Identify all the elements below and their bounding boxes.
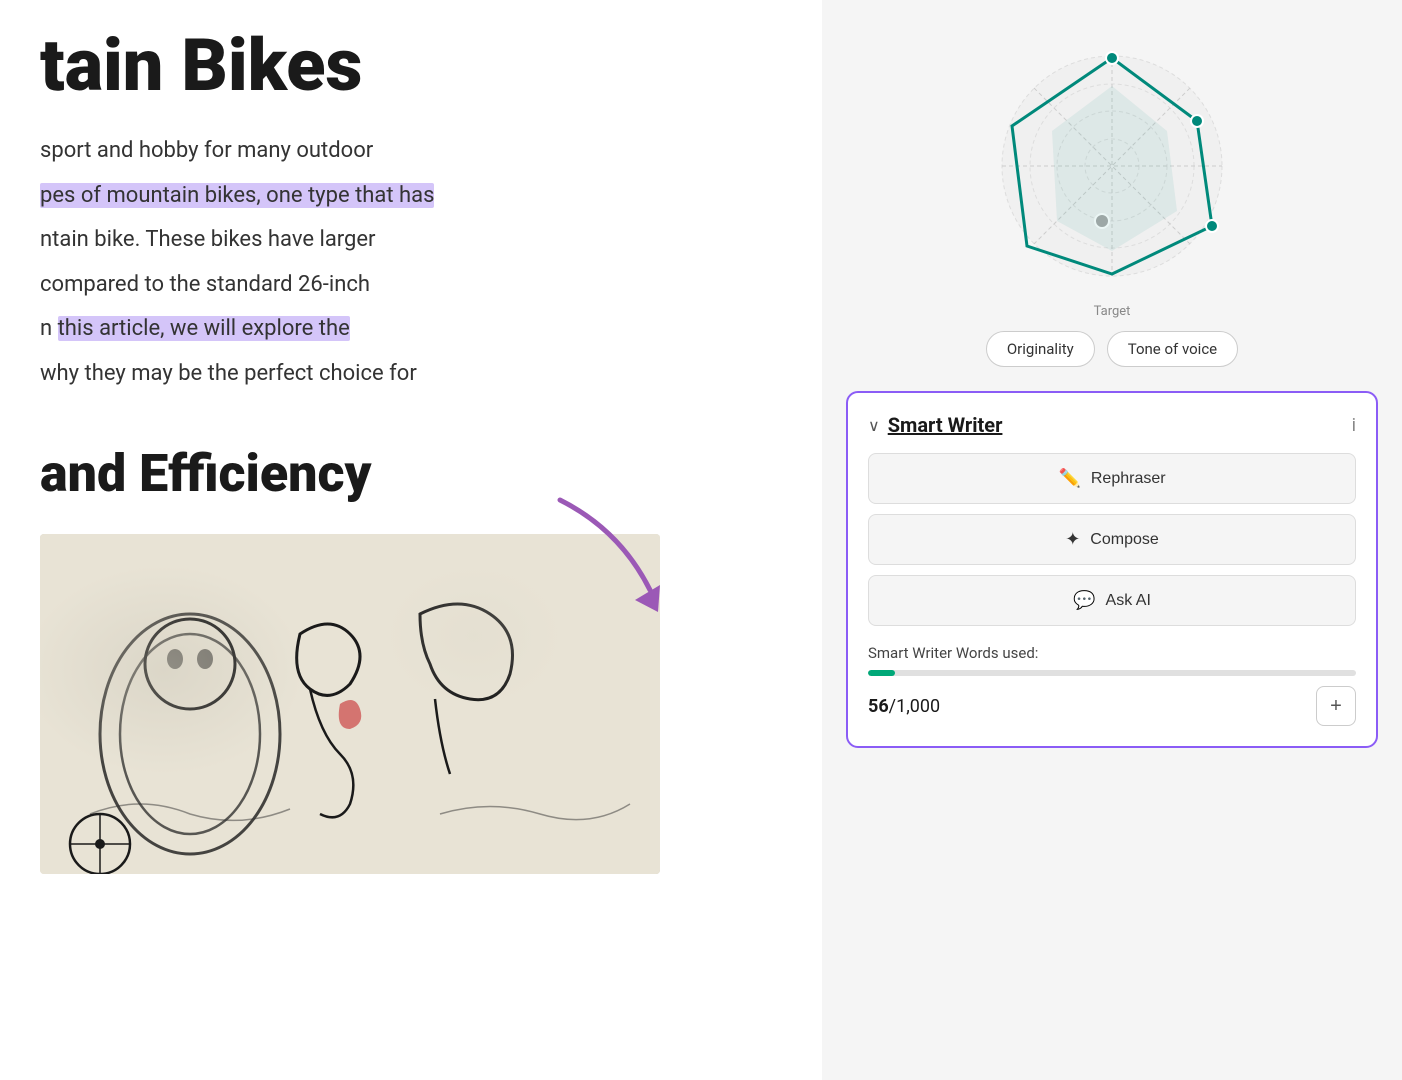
- words-current: 56: [868, 696, 889, 717]
- text-line-6: why they may be the perfect choice for: [40, 355, 782, 394]
- words-used-section: Smart Writer Words used: 56/1,000 +: [868, 644, 1356, 726]
- rephraser-icon: ✏️: [1058, 468, 1080, 489]
- words-used-label: Smart Writer Words used:: [868, 644, 1356, 662]
- radar-section: Target Originality Tone of voice: [846, 20, 1378, 375]
- text-line-2: pes of mountain bikes, one type that has: [40, 177, 782, 216]
- smart-writer-title-group: ∨ Smart Writer: [868, 413, 1002, 437]
- words-count-row: 56/1,000 +: [868, 686, 1356, 726]
- text-line-3: ntain bike. These bikes have larger: [40, 221, 782, 260]
- rephraser-label: Rephraser: [1091, 470, 1166, 488]
- ask-ai-button[interactable]: 💬 Ask AI: [868, 575, 1356, 626]
- arrow-icon: [520, 470, 680, 630]
- highlight-span-2: this article, we will explore the: [58, 316, 350, 341]
- words-separator: /: [889, 696, 896, 717]
- ask-ai-icon: 💬: [1073, 590, 1095, 611]
- smart-writer-header: ∨ Smart Writer i: [868, 413, 1356, 437]
- chevron-icon[interactable]: ∨: [868, 416, 880, 435]
- plus-button[interactable]: +: [1316, 686, 1356, 726]
- info-icon[interactable]: i: [1352, 415, 1356, 436]
- smart-writer-panel: ∨ Smart Writer i ✏️ Rephraser ✦ Compose …: [846, 391, 1378, 748]
- left-panel: tain Bikes sport and hobby for many outd…: [0, 0, 822, 1080]
- page-title: tain Bikes: [40, 30, 782, 102]
- right-panel: Target Originality Tone of voice ∨ Smart…: [822, 0, 1402, 1080]
- smart-writer-title: Smart Writer: [888, 413, 1003, 437]
- badge-row: Originality Tone of voice: [986, 331, 1238, 367]
- text-line-1: sport and hobby for many outdoor: [40, 132, 782, 171]
- progress-bar-fill: [868, 670, 895, 676]
- target-label: Target: [1094, 304, 1131, 319]
- article-text: sport and hobby for many outdoor pes of …: [40, 132, 782, 393]
- compose-label: Compose: [1090, 531, 1158, 549]
- highlight-span: pes of mountain bikes, one type that has: [40, 183, 434, 208]
- words-total: 1,000: [896, 696, 940, 717]
- tone-of-voice-badge[interactable]: Tone of voice: [1107, 331, 1238, 367]
- text-line-4: compared to the standard 26-inch: [40, 266, 782, 305]
- radar-chart: [982, 36, 1242, 296]
- originality-badge[interactable]: Originality: [986, 331, 1095, 367]
- compose-icon: ✦: [1065, 529, 1080, 550]
- ask-ai-label: Ask AI: [1106, 592, 1151, 610]
- arrow-container: [520, 470, 680, 634]
- compose-button[interactable]: ✦ Compose: [868, 514, 1356, 565]
- rephraser-button[interactable]: ✏️ Rephraser: [868, 453, 1356, 504]
- text-line-5: n this article, we will explore the: [40, 310, 782, 349]
- progress-bar-track: [868, 670, 1356, 676]
- words-count: 56/1,000: [868, 696, 940, 717]
